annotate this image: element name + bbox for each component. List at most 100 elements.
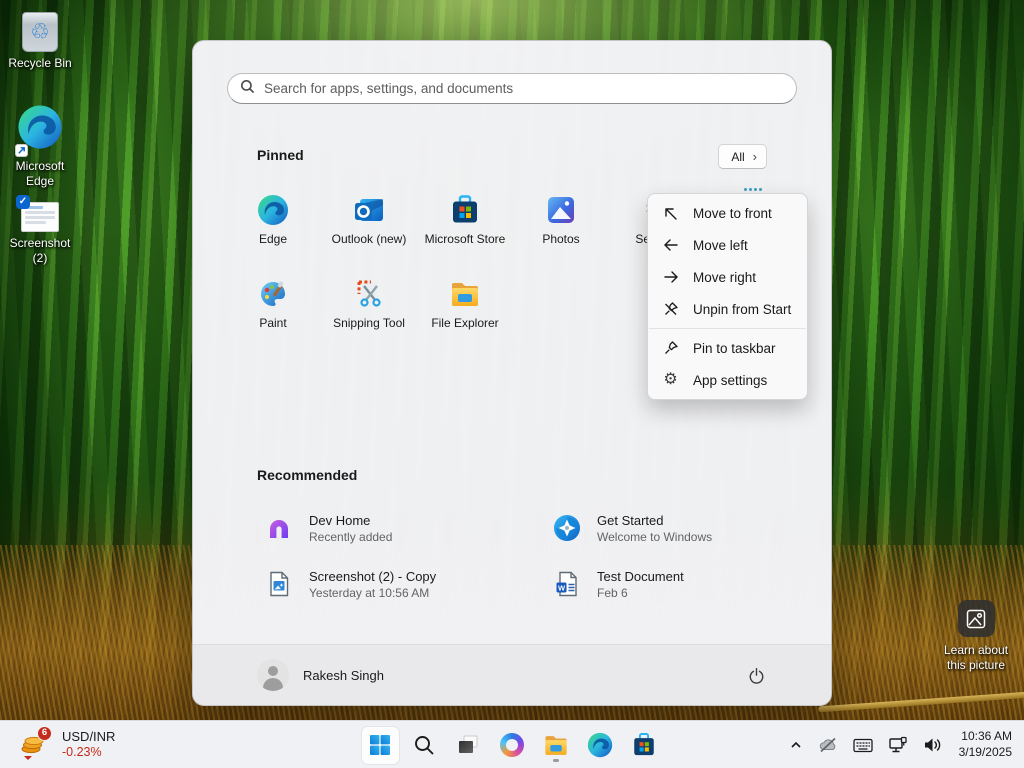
- copilot-icon: [500, 733, 524, 757]
- app-context-menu: Move to front Move left Move right Unpin…: [647, 193, 808, 400]
- copilot-button[interactable]: [494, 727, 531, 764]
- menu-item-pin-to-taskbar[interactable]: Pin to taskbar: [648, 332, 807, 364]
- pinned-app-label: File Explorer: [431, 316, 498, 330]
- pinned-app-label: Microsoft Store: [425, 232, 506, 246]
- recommended-title: Test Document: [597, 569, 684, 584]
- tray-overflow-button[interactable]: [785, 727, 807, 763]
- pinned-app-label: Outlook (new): [332, 232, 407, 246]
- recommended-title: Screenshot (2) - Copy: [309, 569, 436, 584]
- image-file-icon: [265, 570, 293, 598]
- touch-keyboard-button[interactable]: [849, 727, 877, 763]
- menu-item-label: Move left: [693, 238, 748, 253]
- recommended-title: Dev Home: [309, 513, 392, 528]
- network-button[interactable]: [884, 727, 912, 763]
- pinned-header: Pinned: [257, 147, 304, 163]
- widget-stock-change: -0.23%: [62, 745, 115, 761]
- pinned-app-label: Paint: [259, 316, 286, 330]
- arrow-up-left-icon: [662, 205, 679, 222]
- learn-about-picture[interactable]: Learn aboutthis picture: [937, 600, 1015, 673]
- menu-item-label: Pin to taskbar: [693, 341, 776, 356]
- widget-stock-pair: USD/INR: [62, 729, 115, 745]
- taskbar-search-button[interactable]: [406, 727, 443, 764]
- shortcut-arrow-icon: [15, 144, 28, 157]
- pinned-app-file-explorer[interactable]: File Explorer: [417, 270, 513, 354]
- paint-icon: [257, 278, 289, 310]
- menu-item-label: Unpin from Start: [693, 302, 791, 317]
- gear-icon: ⚙: [662, 372, 679, 389]
- tray-time: 10:36 AM: [961, 729, 1012, 745]
- tray-date: 3/19/2025: [959, 745, 1012, 761]
- arrow-right-icon: [662, 269, 679, 286]
- store-button[interactable]: [626, 727, 663, 764]
- task-view-button[interactable]: [450, 727, 487, 764]
- search-input[interactable]: [264, 81, 784, 96]
- speaker-icon: [923, 737, 942, 753]
- pinned-app-label: Snipping Tool: [333, 316, 405, 330]
- edge-icon: [257, 194, 289, 226]
- pinned-app-label: Edge: [259, 232, 287, 246]
- menu-item-move-right[interactable]: Move right: [648, 261, 807, 293]
- pinned-app-paint[interactable]: Paint: [225, 270, 321, 354]
- desktop-icon-label: Recycle Bin: [8, 56, 71, 71]
- photos-icon: [545, 194, 577, 226]
- menu-item-app-settings[interactable]: ⚙ App settings: [648, 364, 807, 396]
- user-avatar[interactable]: [257, 659, 289, 691]
- menu-item-move-left[interactable]: Move left: [648, 229, 807, 261]
- pinned-all-button[interactable]: All ›: [718, 144, 767, 169]
- chevron-up-icon: [789, 738, 803, 752]
- pinned-app-photos[interactable]: Photos: [513, 186, 609, 270]
- file-explorer-icon: [449, 278, 481, 310]
- outlook-icon: [353, 194, 385, 226]
- recommended-item-get-started[interactable]: Get Started Welcome to Windows: [513, 500, 801, 556]
- recommended-title: Get Started: [597, 513, 712, 528]
- desktop-icon-microsoft-edge[interactable]: MicrosoftEdge: [1, 104, 79, 189]
- edge-icon: [17, 104, 63, 155]
- menu-item-unpin-from-start[interactable]: Unpin from Start: [648, 293, 807, 325]
- keyboard-icon: [853, 738, 873, 753]
- learn-about-label: Learn aboutthis picture: [944, 643, 1008, 673]
- desktop-icon-screenshot-2[interactable]: ✓ Screenshot(2): [1, 202, 79, 266]
- svg-text:W: W: [558, 584, 566, 593]
- start-search-box[interactable]: [227, 73, 797, 104]
- screenshot-thumbnail-icon: ✓: [21, 202, 59, 232]
- pinned-app-outlook-new[interactable]: Outlook (new): [321, 186, 417, 270]
- hidden-app-icon: [744, 188, 762, 191]
- pinned-app-edge[interactable]: Edge: [225, 186, 321, 270]
- ethernet-icon: [888, 736, 908, 754]
- file-explorer-icon: [543, 732, 569, 758]
- stocks-widget-icon: 6: [14, 725, 54, 765]
- power-button[interactable]: [739, 658, 773, 692]
- volume-button[interactable]: [919, 727, 946, 763]
- recommended-item-dev-home[interactable]: Dev Home Recently added: [225, 500, 513, 556]
- menu-item-move-to-front[interactable]: Move to front: [648, 197, 807, 229]
- pinned-app-snipping-tool[interactable]: Snipping Tool: [321, 270, 417, 354]
- menu-item-label: Move to front: [693, 206, 772, 221]
- recycle-bin-icon: ♲: [22, 12, 58, 52]
- desktop-icon-recycle-bin[interactable]: ♲ Recycle Bin: [1, 12, 79, 71]
- recommended-item-screenshot-copy[interactable]: Screenshot (2) - Copy Yesterday at 10:56…: [225, 556, 513, 612]
- dev-home-icon: [265, 514, 293, 542]
- system-tray: 10:36 AM 3/19/2025: [785, 721, 1018, 768]
- onedrive-status-button[interactable]: [814, 727, 842, 763]
- edge-button[interactable]: [582, 727, 619, 764]
- unpin-icon: [662, 301, 679, 318]
- menu-item-label: App settings: [693, 373, 767, 388]
- menu-item-label: Move right: [693, 270, 756, 285]
- recommended-subtitle: Yesterday at 10:56 AM: [309, 586, 436, 600]
- recommended-subtitle: Feb 6: [597, 586, 684, 600]
- pinned-app-microsoft-store[interactable]: Microsoft Store: [417, 186, 513, 270]
- arrow-left-icon: [662, 237, 679, 254]
- desktop-icon-label: MicrosoftEdge: [16, 159, 65, 189]
- start-button[interactable]: [362, 727, 399, 764]
- widgets-button[interactable]: 6 USD/INR -0.23%: [8, 721, 121, 768]
- store-icon: [449, 194, 481, 226]
- recommended-item-test-document[interactable]: W Test Document Feb 6: [513, 556, 801, 612]
- recycle-symbol: ♲: [30, 21, 50, 43]
- file-explorer-button[interactable]: [538, 727, 575, 764]
- windows-logo-icon: [368, 733, 392, 757]
- menu-divider: [649, 328, 806, 329]
- clock[interactable]: 10:36 AM 3/19/2025: [953, 729, 1018, 760]
- chevron-right-icon: ›: [753, 150, 757, 163]
- recommended-subtitle: Recently added: [309, 530, 392, 544]
- picture-info-icon: [958, 600, 995, 637]
